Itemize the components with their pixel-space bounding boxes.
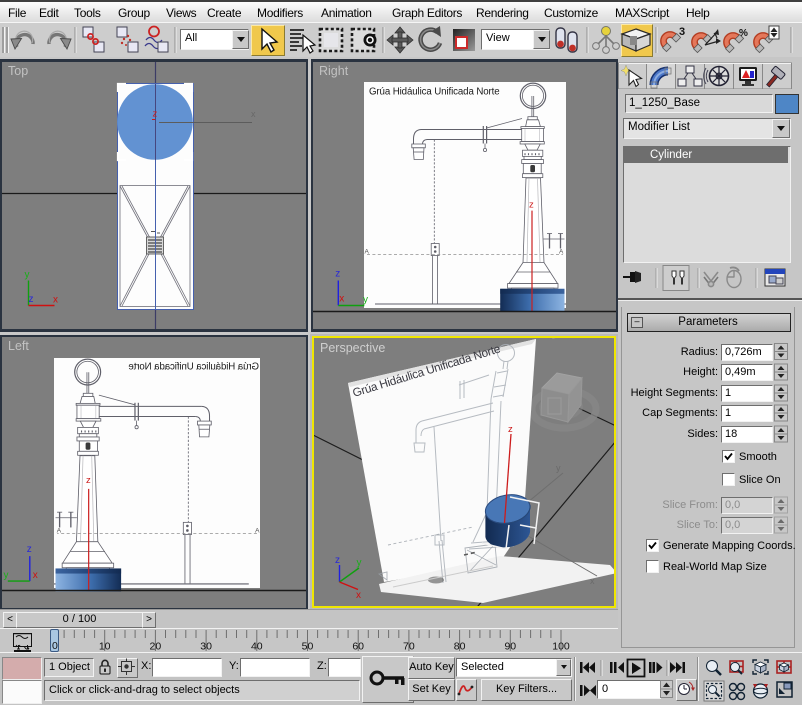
svg-text:90: 90 — [504, 641, 516, 653]
svg-text:40: 40 — [251, 641, 263, 653]
svg-text:50: 50 — [302, 641, 314, 653]
svg-text:20: 20 — [150, 641, 162, 653]
svg-text:Grúa Hidáulica Unificada Norte: Grúa Hidáulica Unificada Norte — [369, 87, 500, 98]
svg-text:Right: Right — [319, 64, 349, 78]
svg-text:z: z — [529, 200, 534, 211]
svg-text:10: 10 — [99, 641, 111, 653]
svg-text:100: 100 — [552, 641, 570, 653]
svg-text:z: z — [29, 294, 34, 305]
svg-text:z: z — [86, 475, 91, 486]
svg-text:x: x — [33, 570, 38, 581]
svg-text:x: x — [339, 294, 344, 305]
svg-text:y: y — [25, 270, 30, 281]
svg-text:y: y — [4, 570, 9, 581]
svg-text:Grúa Hidáulica Unificada Norte: Grúa Hidáulica Unificada Norte — [128, 362, 259, 373]
svg-text:Left: Left — [8, 339, 29, 353]
svg-text:60: 60 — [352, 641, 364, 653]
svg-text:80: 80 — [454, 641, 466, 653]
svg-text:3: 3 — [679, 26, 685, 38]
svg-text:70: 70 — [403, 641, 415, 653]
svg-text:x: x — [53, 295, 58, 306]
svg-text:z: z — [153, 109, 158, 120]
svg-text:%: % — [739, 28, 748, 39]
svg-text:30: 30 — [200, 641, 212, 653]
svg-text:x: x — [251, 109, 256, 119]
svg-text:Top: Top — [8, 64, 28, 78]
svg-text:z: z — [27, 544, 32, 555]
svg-text:y: y — [363, 295, 368, 306]
svg-text:z: z — [335, 269, 340, 280]
